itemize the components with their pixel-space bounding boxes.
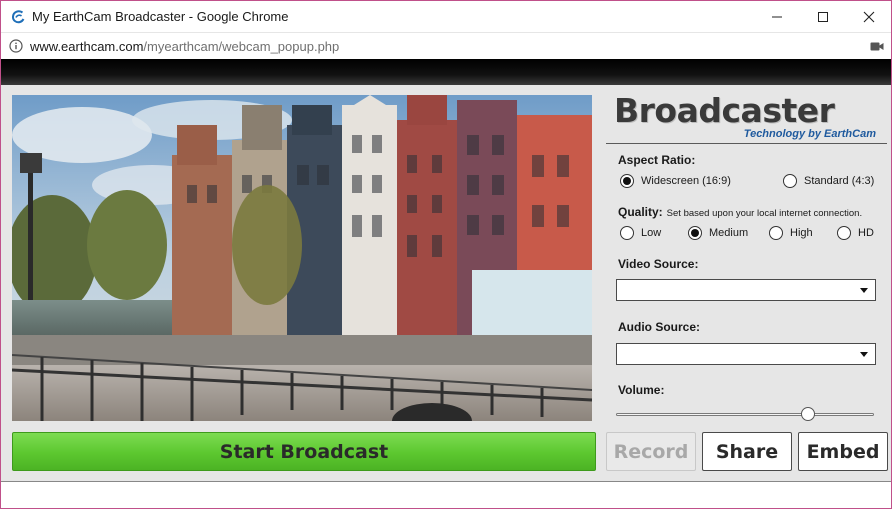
webcam-feed-image — [12, 95, 592, 421]
radio-button-selected[interactable] — [688, 226, 702, 240]
close-button[interactable] — [846, 1, 892, 32]
title-bar: My EarthCam Broadcaster - Google Chrome — [1, 1, 891, 32]
radio-label: High — [790, 227, 813, 239]
minimize-icon — [772, 16, 782, 17]
settings-panel: Broadcaster Technology by EarthCam Aspec… — [606, 91, 887, 423]
volume-label: Volume: — [618, 383, 665, 397]
radio-widescreen[interactable]: Widescreen (16:9) — [620, 174, 731, 188]
camera-icon[interactable] — [870, 41, 884, 52]
radio-button-selected[interactable] — [620, 174, 634, 188]
volume-slider-track[interactable] — [616, 413, 874, 416]
video-source-label: Video Source: — [618, 257, 699, 271]
close-icon — [863, 11, 875, 22]
chevron-down-icon — [860, 288, 868, 293]
radio-medium[interactable]: Medium — [688, 226, 748, 240]
browser-window: My EarthCam Broadcaster - Google Chrome … — [0, 0, 892, 509]
brand-name: Broadcaster — [614, 91, 835, 130]
maximize-button[interactable] — [800, 1, 846, 32]
radio-low[interactable]: Low — [620, 226, 661, 240]
share-button[interactable]: Share — [702, 432, 792, 471]
radio-standard[interactable]: Standard (4:3) — [783, 174, 874, 188]
brand-tagline: Technology by EarthCam — [743, 128, 876, 140]
minimize-button[interactable] — [754, 1, 800, 32]
window-title: My EarthCam Broadcaster - Google Chrome — [32, 9, 289, 24]
radio-label: HD — [858, 227, 874, 239]
broadcaster-app: Broadcaster Technology by EarthCam Aspec… — [1, 85, 891, 482]
divider — [606, 143, 887, 144]
radio-label: Widescreen (16:9) — [641, 175, 731, 187]
video-preview — [12, 95, 592, 421]
radio-button[interactable] — [837, 226, 851, 240]
radio-label: Low — [641, 227, 662, 239]
page-header-bar — [1, 59, 891, 85]
radio-button[interactable] — [620, 226, 634, 240]
video-source-select[interactable] — [616, 279, 876, 301]
audio-source-select[interactable] — [616, 343, 876, 365]
radio-button[interactable] — [783, 174, 797, 188]
radio-label: Medium — [709, 227, 749, 239]
url-text[interactable]: www.earthcam.com/myearthcam/webcam_popup… — [30, 39, 339, 54]
record-button[interactable]: Record — [606, 432, 696, 471]
quality-label-text: Quality: — [618, 205, 663, 219]
maximize-icon — [818, 11, 828, 22]
broadcaster-logo: Broadcaster Technology by EarthCam — [614, 91, 880, 140]
quality-label: Quality: Set based upon your local intern… — [618, 205, 862, 219]
quality-note: Set based upon your local internet conne… — [666, 208, 863, 219]
audio-source-label: Audio Source: — [618, 320, 701, 334]
info-icon[interactable] — [9, 39, 23, 53]
url-path: /myearthcam/webcam_popup.php — [143, 39, 340, 54]
url-host: www.earthcam.com — [30, 39, 144, 54]
address-bar[interactable]: www.earthcam.com/myearthcam/webcam_popup… — [1, 32, 891, 59]
chevron-down-icon — [860, 352, 868, 357]
aspect-ratio-label: Aspect Ratio: — [618, 153, 696, 167]
radio-hd[interactable]: HD — [837, 226, 874, 240]
radio-label: Standard (4:3) — [804, 175, 875, 187]
start-broadcast-button[interactable]: Start Broadcast — [12, 432, 596, 471]
embed-button[interactable]: Embed — [798, 432, 888, 471]
radio-button[interactable] — [769, 226, 783, 240]
radio-high[interactable]: High — [769, 226, 813, 240]
volume-slider-thumb[interactable] — [801, 407, 816, 421]
earthcam-logo-icon — [11, 10, 25, 24]
